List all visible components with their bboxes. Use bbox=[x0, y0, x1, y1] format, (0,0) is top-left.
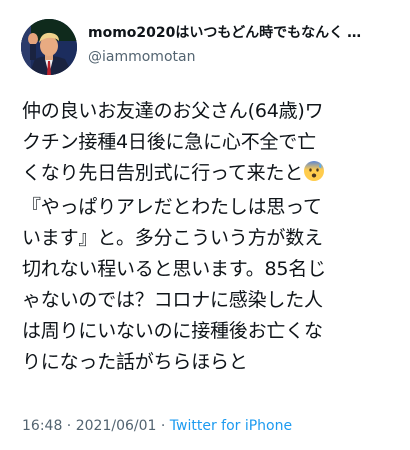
tweet-card: momo2020はいつもどん時でもなんく … @iammomotan 仲の良いお… bbox=[0, 0, 410, 450]
tweet-line: くなり先日告別式に行って来たと bbox=[22, 162, 304, 184]
user-handle[interactable]: @iammomotan bbox=[88, 47, 195, 67]
display-name[interactable]: momo2020はいつもどん時でもなんく bbox=[88, 23, 343, 43]
tweet-line: クチン接種4日後に急に心不全で亡 bbox=[22, 131, 316, 153]
tweet-text: 仲の良いお友達のお父さん(64歳)ワ クチン接種4日後に急に心不全で亡 くなり先… bbox=[22, 96, 402, 378]
tweet-line: います』と。多分こういう方が数え bbox=[22, 227, 323, 249]
tweet-date[interactable]: 2021/06/01 bbox=[76, 418, 157, 434]
meta-separator: · bbox=[62, 418, 76, 434]
tweet-time[interactable]: 16:48 bbox=[22, 418, 62, 434]
tweet-line: 仲の良いお友達のお父さん(64歳)ワ bbox=[22, 100, 324, 122]
ellipsis-icon: … bbox=[347, 25, 363, 41]
tweet-line: は周りにいないのに接種後お亡くな bbox=[22, 320, 323, 342]
tweet-line: 『やっぱりアレだとわたしは思って bbox=[22, 196, 322, 218]
tweet-meta: 16:48 · 2021/06/01 · Twitter for iPhone bbox=[22, 416, 292, 436]
avatar[interactable] bbox=[21, 19, 77, 75]
tweet-source-link[interactable]: Twitter for iPhone bbox=[170, 418, 292, 434]
user-name-row[interactable]: momo2020はいつもどん時でもなんく … bbox=[88, 22, 388, 44]
tweet-line: 切れない程いると思います。85名じ bbox=[22, 258, 326, 280]
anxious-face-with-sweat-icon bbox=[303, 160, 325, 192]
avatar-image bbox=[21, 19, 77, 75]
tweet-line: りになった話がちらほらと bbox=[22, 351, 248, 373]
meta-separator: · bbox=[156, 418, 170, 434]
tweet-line: ゃないのでは？コロナに感染した人 bbox=[22, 289, 323, 311]
